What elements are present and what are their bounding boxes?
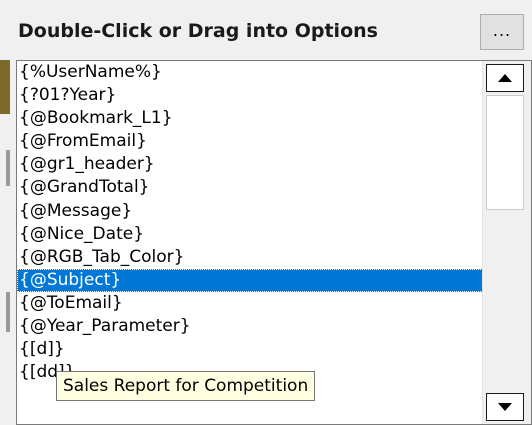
list-item[interactable]: {[d]} xyxy=(17,338,487,361)
list-item[interactable]: {@Bookmark_L1} xyxy=(17,107,487,130)
left-edge-marker xyxy=(6,150,10,186)
options-header: Double-Click or Drag into Options ... xyxy=(16,0,532,60)
list-item[interactable]: {@RGB_Tab_Color} xyxy=(17,246,487,269)
triangle-up-icon xyxy=(498,74,512,82)
list-item[interactable]: {@Message} xyxy=(17,200,487,223)
left-edge-marker xyxy=(0,60,10,114)
list-item[interactable]: {@Subject} xyxy=(17,268,487,292)
more-options-button[interactable]: ... xyxy=(480,14,524,50)
triangle-down-icon xyxy=(498,403,512,411)
list-item[interactable]: {@FromEmail} xyxy=(17,130,487,153)
list-item[interactable]: {@GrandTotal} xyxy=(17,176,487,199)
list-item[interactable]: {@Nice_Date} xyxy=(17,223,487,246)
scroll-up-button[interactable] xyxy=(486,64,524,92)
list-item[interactable]: {?01?Year} xyxy=(17,84,487,107)
list-item[interactable]: {%UserName%} xyxy=(17,61,487,84)
left-edge-marker xyxy=(6,292,10,332)
vertical-scrollbar[interactable] xyxy=(482,61,531,424)
tooltip: Sales Report for Competition xyxy=(56,371,316,401)
list-item[interactable]: {@gr1_header} xyxy=(17,153,487,176)
list-item[interactable]: {@ToEmail} xyxy=(17,292,487,315)
scroll-thumb[interactable] xyxy=(486,95,524,210)
panel-title: Double-Click or Drag into Options xyxy=(18,20,378,42)
scroll-down-button[interactable] xyxy=(486,393,524,421)
list-item[interactable]: {@Year_Parameter} xyxy=(17,315,487,338)
list-items: {%UserName%} {?01?Year} {@Bookmark_L1} {@Fr… xyxy=(17,61,487,384)
left-edge-strip xyxy=(0,0,16,425)
